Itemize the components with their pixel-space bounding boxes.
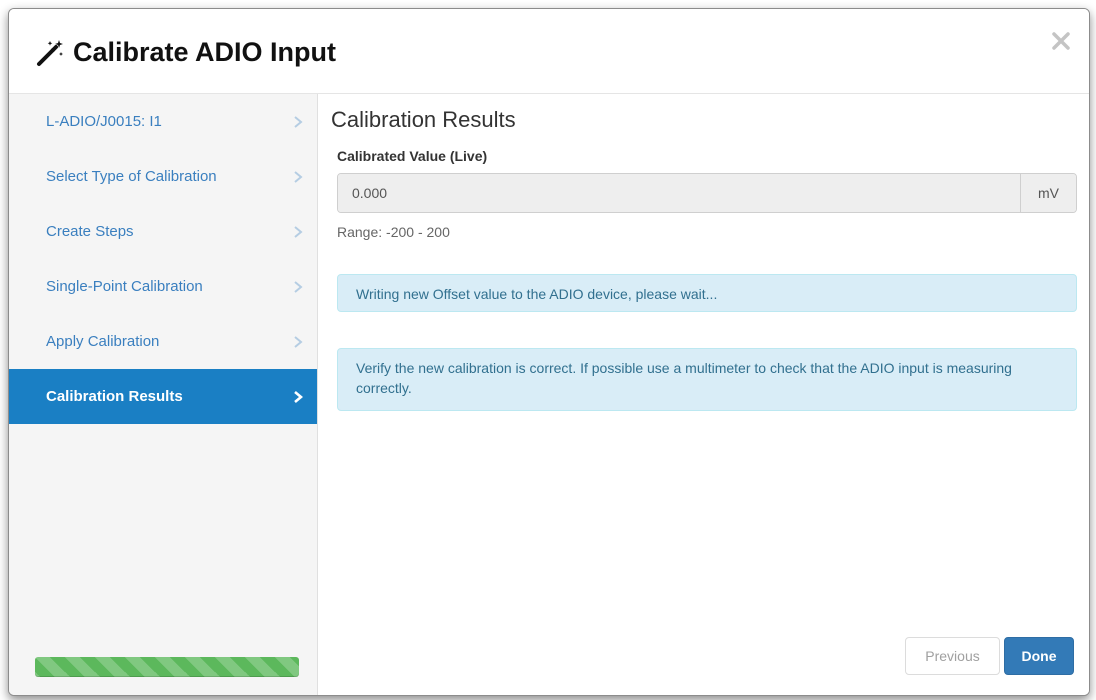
range-text: Range: -200 - 200 (337, 224, 450, 240)
unit-addon: mV (1020, 174, 1076, 212)
chevron-right-icon (294, 390, 303, 403)
wizard-progress-bar (35, 657, 299, 677)
calibrated-value-field[interactable] (338, 174, 1020, 212)
close-icon[interactable] (1049, 29, 1073, 53)
step-apply-calibration[interactable]: Apply Calibration (9, 314, 317, 369)
chevron-right-icon (294, 335, 303, 348)
dialog-header: Calibrate ADIO Input (9, 9, 1089, 94)
step-label: Create Steps (46, 223, 134, 240)
step-label: Single-Point Calibration (46, 278, 203, 295)
calibrate-dialog: Calibrate ADIO Input L-ADIO/J0015: I1 Se… (8, 8, 1090, 696)
main-panel: Calibration Results Calibrated Value (Li… (318, 94, 1089, 695)
chevron-right-icon (294, 115, 303, 128)
calibrated-value-group: mV (337, 173, 1077, 213)
step-device[interactable]: L-ADIO/J0015: I1 (9, 94, 317, 149)
section-title: Calibration Results (331, 107, 516, 132)
wizard-steps-sidebar: L-ADIO/J0015: I1 Select Type of Calibrat… (9, 94, 318, 695)
alert-verify-calibration: Verify the new calibration is correct. I… (337, 348, 1077, 411)
calibrated-value-label: Calibrated Value (Live) (337, 148, 488, 164)
step-single-point[interactable]: Single-Point Calibration (9, 259, 317, 314)
dialog-title-text: Calibrate ADIO Input (73, 37, 337, 67)
step-calibration-results[interactable]: Calibration Results (9, 369, 317, 424)
step-label: Select Type of Calibration (46, 168, 217, 185)
step-label: Calibration Results (46, 388, 183, 405)
magic-wand-icon (37, 39, 63, 66)
step-label: Apply Calibration (46, 333, 160, 350)
chevron-right-icon (294, 280, 303, 293)
chevron-right-icon (294, 170, 303, 183)
chevron-right-icon (294, 225, 303, 238)
step-select-type[interactable]: Select Type of Calibration (9, 149, 317, 204)
previous-button[interactable]: Previous (905, 637, 1000, 675)
step-create-steps[interactable]: Create Steps (9, 204, 317, 259)
alert-writing-offset: Writing new Offset value to the ADIO dev… (337, 274, 1077, 312)
done-button[interactable]: Done (1004, 637, 1074, 675)
dialog-title: Calibrate ADIO Input (35, 37, 336, 68)
step-label: L-ADIO/J0015: I1 (46, 113, 162, 130)
